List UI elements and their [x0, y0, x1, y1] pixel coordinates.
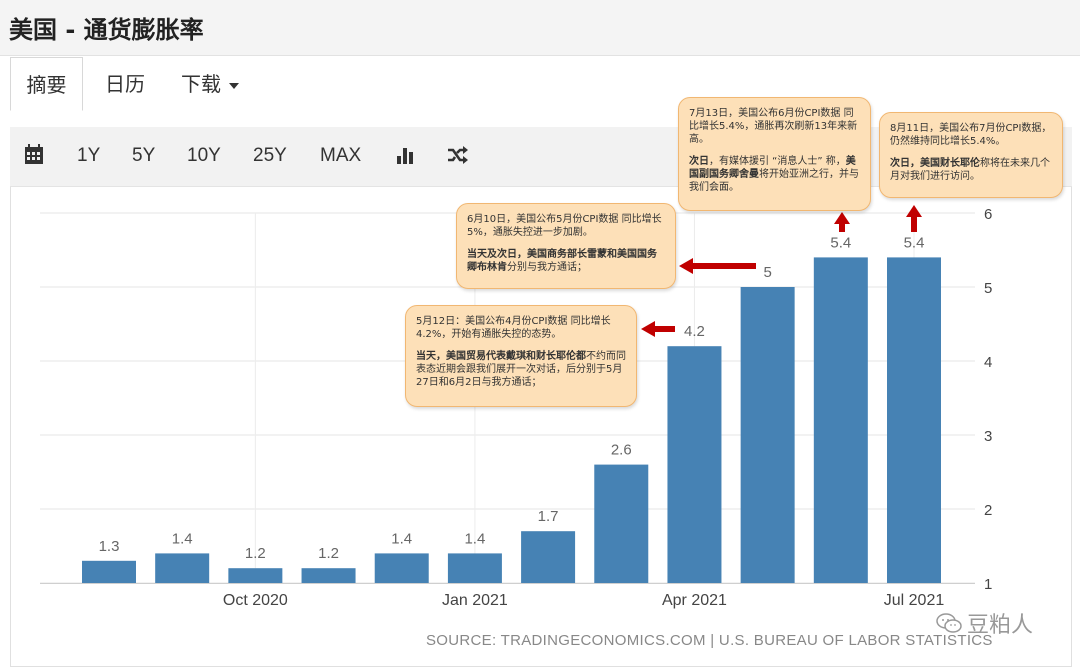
callout-june-para-1: 6月10日，美国公布5月份CPI数据 同比增长5%，通胀失控进一步加剧。 [467, 213, 665, 239]
wechat-icon [936, 613, 962, 633]
x-tick-label: Oct 2020 [223, 592, 288, 609]
bar [82, 560, 136, 583]
bar-value-label: 2.6 [611, 442, 632, 459]
callout-july-para-1: 7月13日，美国公布6月份CPI数据 同比增长5.4%，通胀再次刷新13年来新高… [689, 107, 860, 146]
callout-may-para-1: 5月12日：美国公布4月份CPI数据 同比增长4.2%，开始有通胀失控的态势。 [416, 315, 626, 341]
bar-value-label: 1.4 [391, 530, 412, 547]
callout-may-para-1-run-0: 5月12日：美国公布4月份CPI数据 同比增长4.2%，开始有通胀失控的态势。 [416, 316, 611, 340]
y-tick-label: 2 [984, 502, 992, 519]
bar [740, 287, 795, 583]
y-tick-label: 4 [984, 354, 992, 371]
callout-june-para-2-run-1: 分别与我方通话； [507, 262, 587, 273]
callout-august-para-1-run-0: 8月11日，美国公布7月份CPI数据，仍然维持同比增长5.4%。 [890, 123, 1052, 147]
callout-may: 5月12日：美国公布4月份CPI数据 同比增长4.2%，开始有通胀失控的态势。当… [405, 305, 637, 407]
x-tick-label: Jan 2021 [442, 592, 508, 609]
callout-july-para-2-run-0: 次日 [689, 156, 709, 167]
arrow-august-head [906, 205, 922, 217]
arrow-june-head [679, 258, 693, 274]
arrow-may-shaft [653, 326, 675, 332]
arrow-may-head [641, 321, 655, 337]
callout-july-para-2-run-1: ，有媒体援引 “消息人士” 称， [709, 156, 846, 167]
callout-july-para-2: 次日，有媒体援引 “消息人士” 称，美国副国务卿舍曼将开始亚洲之行，并与我们会面… [689, 155, 860, 194]
callout-july-para-1-run-0: 7月13日，美国公布6月份CPI数据 同比增长5.4%，通胀再次刷新13年来新高… [689, 108, 858, 145]
bar-value-label: 1.4 [172, 530, 193, 547]
bar [813, 257, 868, 583]
bar-value-label: 5.4 [904, 234, 925, 251]
y-tick-label: 1 [984, 576, 992, 593]
callout-may-para-2-run-0: 当天，美国贸易代表戴琪和财长耶伦都 [416, 351, 586, 362]
source-note: SOURCE: TRADINGECONOMICS.COM | U.S. BURE… [426, 632, 993, 649]
bar [155, 553, 210, 583]
callout-june-para-1-run-0: 6月10日，美国公布5月份CPI数据 同比增长5%，通胀失控进一步加剧。 [467, 214, 662, 238]
y-tick-label: 6 [984, 206, 992, 223]
bar-value-label: 1.2 [318, 545, 339, 562]
callout-august-para-2-run-0: 次日，美国财长耶伦 [890, 158, 980, 169]
callout-june: 6月10日，美国公布5月份CPI数据 同比增长5%，通胀失控进一步加剧。 当天及次… [456, 203, 676, 289]
bar [521, 531, 576, 583]
y-tick-label: 5 [984, 280, 992, 297]
bar-value-label: 4.2 [684, 323, 705, 340]
watermark-text: 豆粕人 [967, 613, 1034, 638]
callout-august: 8月11日，美国公布7月份CPI数据，仍然维持同比增长5.4%。 次日，美国财长耶… [879, 112, 1063, 198]
bar [887, 257, 941, 583]
callout-august-para-2: 次日，美国财长耶伦称将在未来几个月对我们进行访问。 [890, 157, 1052, 183]
callout-june-para-2: 当天及次日，美国商务部长雷蒙和美国国务卿布林肯分别与我方通话； [467, 248, 665, 274]
bar-value-label: 1.4 [464, 530, 485, 547]
bar-value-label: 5 [763, 264, 771, 281]
bar-value-label: 1.2 [245, 545, 266, 562]
x-tick-label: Apr 2021 [662, 592, 727, 609]
bar [301, 568, 356, 583]
bar [228, 568, 283, 583]
callout-july: 7月13日，美国公布6月份CPI数据 同比增长5.4%，通胀再次刷新13年来新高… [678, 97, 871, 211]
y-tick-label: 3 [984, 428, 992, 445]
bar [447, 553, 502, 583]
bar-value-label: 5.4 [830, 234, 851, 251]
callout-may-para-2: 当天，美国贸易代表戴琪和财长耶伦都不约而同表态近期会跟我们展开一次对话，后分别于… [416, 350, 626, 389]
bar [374, 553, 429, 583]
arrow-august-shaft [911, 215, 917, 232]
arrow-june-shaft [691, 263, 756, 269]
bar-value-label: 1.3 [99, 538, 120, 555]
watermark: 豆粕人 [935, 607, 1033, 639]
arrow-july-head [834, 212, 850, 224]
bar [667, 346, 722, 583]
bar [594, 464, 649, 583]
bar-value-label: 1.7 [538, 508, 559, 525]
callout-august-para-1: 8月11日，美国公布7月份CPI数据，仍然维持同比增长5.4%。 [890, 122, 1052, 148]
